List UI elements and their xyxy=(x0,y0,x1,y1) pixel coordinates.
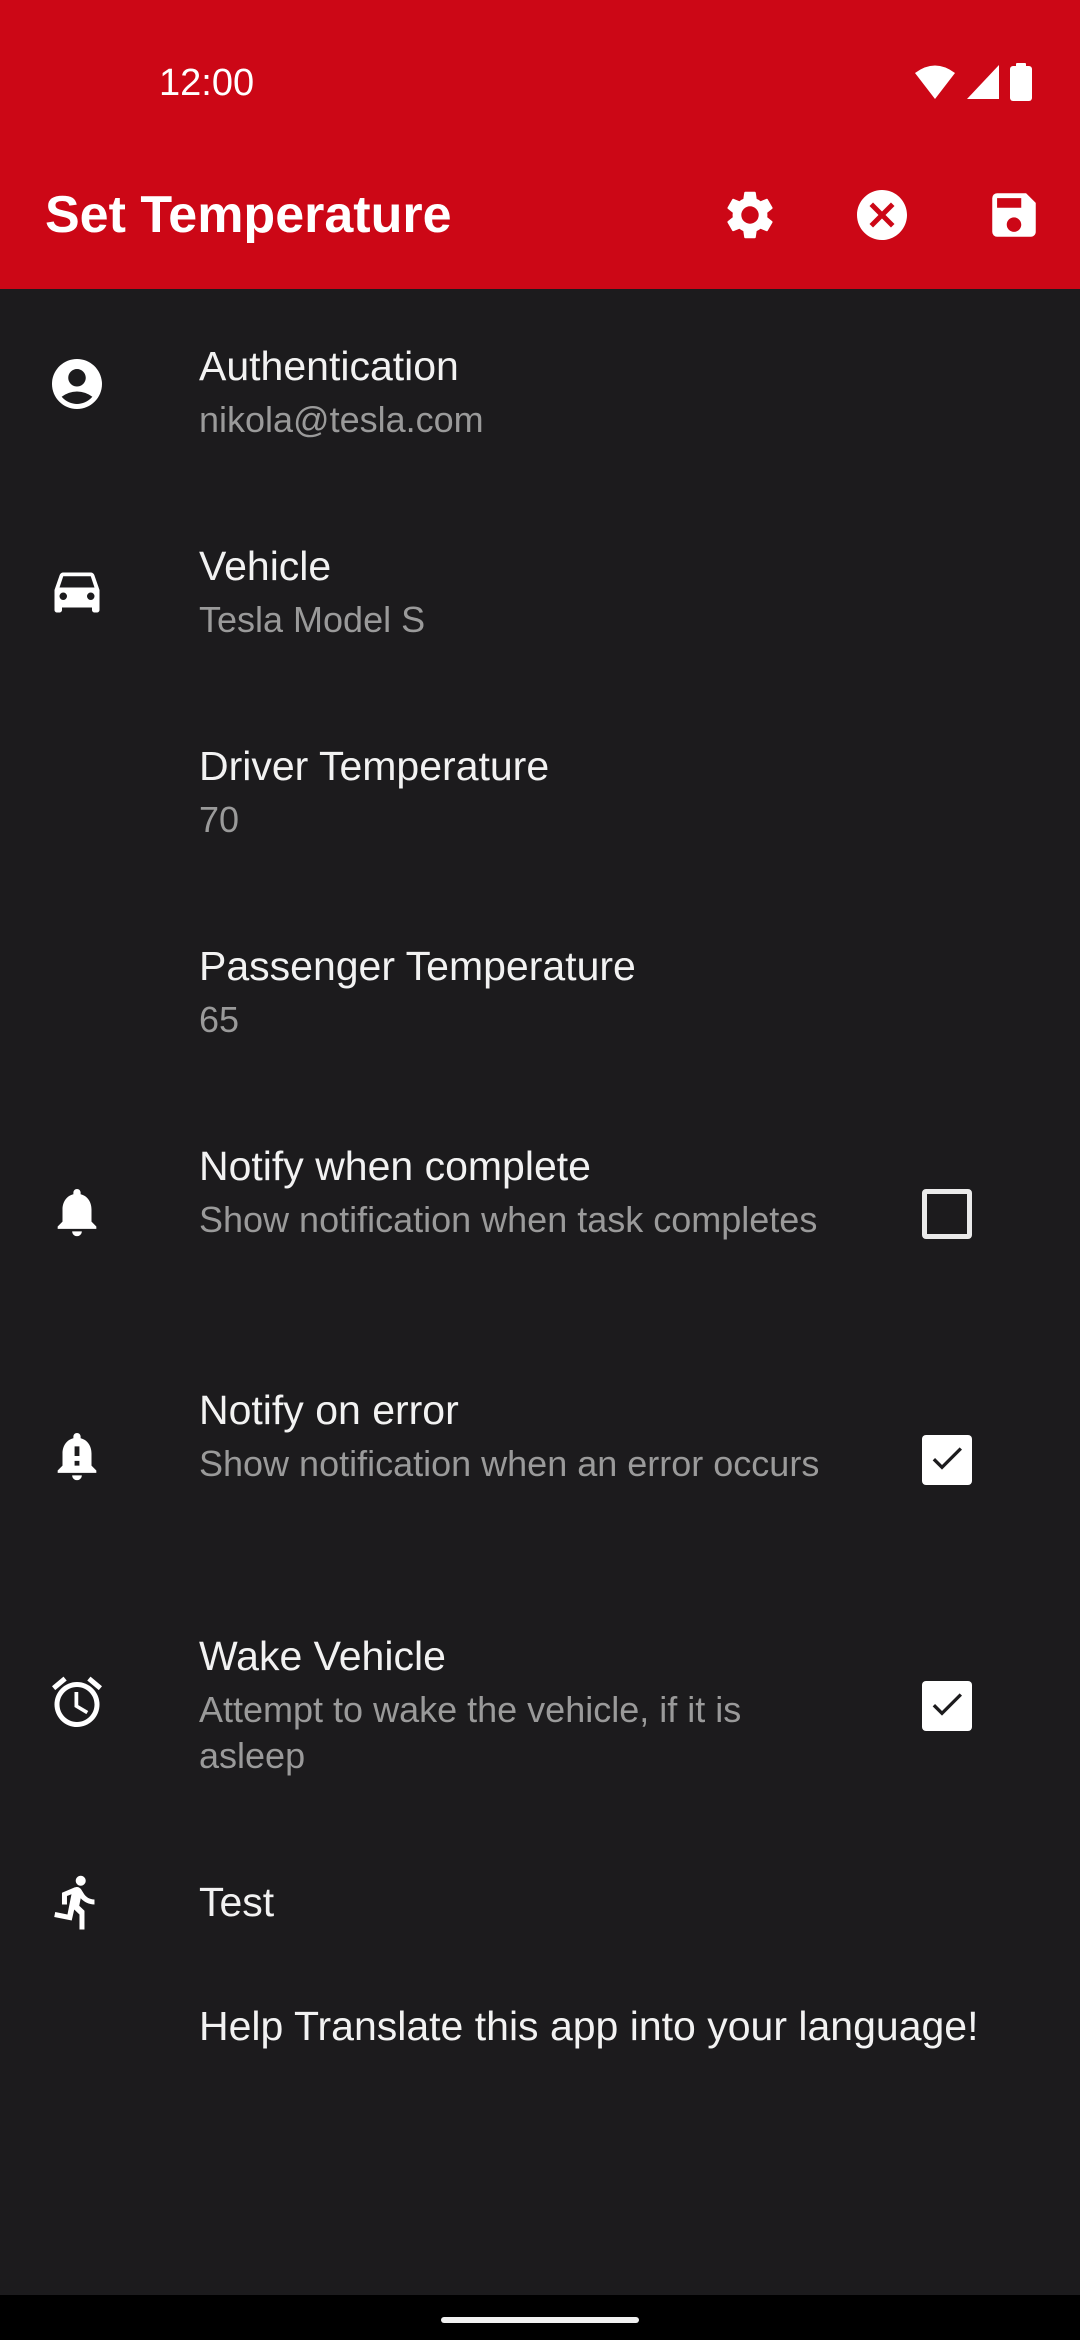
check-icon xyxy=(927,1684,967,1729)
driver-temperature-value: 70 xyxy=(199,799,240,840)
notify-complete-item[interactable]: Notify when complete Show notification w… xyxy=(0,1089,1080,1335)
cancel-button[interactable] xyxy=(847,180,917,250)
bell-alert-icon xyxy=(42,1421,112,1491)
wifi-icon xyxy=(914,64,956,100)
notify-complete-title: Notify when complete xyxy=(199,1143,591,1189)
app-bar: 12:00 Set Temperature xyxy=(0,0,1080,289)
vehicle-item[interactable]: Vehicle Tesla Model S xyxy=(0,489,1080,689)
gear-icon xyxy=(721,186,779,244)
passenger-temperature-title: Passenger Temperature xyxy=(199,943,636,989)
test-title: Test xyxy=(199,1879,275,1925)
check-icon xyxy=(927,1438,967,1483)
account-circle-icon xyxy=(42,349,112,419)
help-translate-item[interactable]: Help Translate this app into your langua… xyxy=(0,1977,1080,2127)
authentication-email: nikola@tesla.com xyxy=(199,399,484,440)
notify-error-title: Notify on error xyxy=(199,1387,459,1433)
test-item[interactable]: Test xyxy=(0,1827,1080,1977)
save-button[interactable] xyxy=(979,180,1049,250)
authentication-title: Authentication xyxy=(199,343,459,389)
wake-vehicle-title: Wake Vehicle xyxy=(199,1633,446,1679)
vehicle-title: Vehicle xyxy=(199,543,332,589)
wake-vehicle-item[interactable]: Wake Vehicle Attempt to wake the vehicle… xyxy=(0,1581,1080,1827)
alarm-clock-icon xyxy=(42,1667,112,1737)
notify-error-checkbox[interactable] xyxy=(922,1435,972,1485)
notify-complete-checkbox[interactable] xyxy=(922,1189,972,1239)
help-translate-link: Help Translate this app into your langua… xyxy=(199,2003,979,2049)
cellular-signal-icon xyxy=(966,64,1000,100)
car-icon xyxy=(42,555,112,625)
authentication-item[interactable]: Authentication nikola@tesla.com xyxy=(0,289,1080,489)
passenger-temperature-value: 65 xyxy=(199,999,240,1040)
notify-error-item[interactable]: Notify on error Show notification when a… xyxy=(0,1335,1080,1581)
running-person-icon xyxy=(42,1867,112,1937)
passenger-temperature-item[interactable]: Passenger Temperature 65 xyxy=(0,889,1080,1089)
page-title: Set Temperature xyxy=(45,186,452,244)
bell-icon xyxy=(42,1177,112,1247)
status-icons xyxy=(914,60,1032,104)
battery-icon xyxy=(1010,63,1032,101)
gesture-handle[interactable] xyxy=(441,2317,639,2323)
status-time: 12:00 xyxy=(159,62,255,104)
driver-temperature-item[interactable]: Driver Temperature 70 xyxy=(0,689,1080,889)
wake-vehicle-checkbox[interactable] xyxy=(922,1681,972,1731)
cancel-circle-icon xyxy=(852,185,912,245)
wake-vehicle-description: Attempt to wake the vehicle, if it is as… xyxy=(199,1689,742,1776)
vehicle-name: Tesla Model S xyxy=(199,599,426,640)
driver-temperature-title: Driver Temperature xyxy=(199,743,550,789)
save-floppy-icon xyxy=(985,186,1043,244)
notify-complete-description: Show notification when task completes xyxy=(199,1199,818,1240)
notify-error-description: Show notification when an error occurs xyxy=(199,1443,820,1484)
settings-button[interactable] xyxy=(715,180,785,250)
